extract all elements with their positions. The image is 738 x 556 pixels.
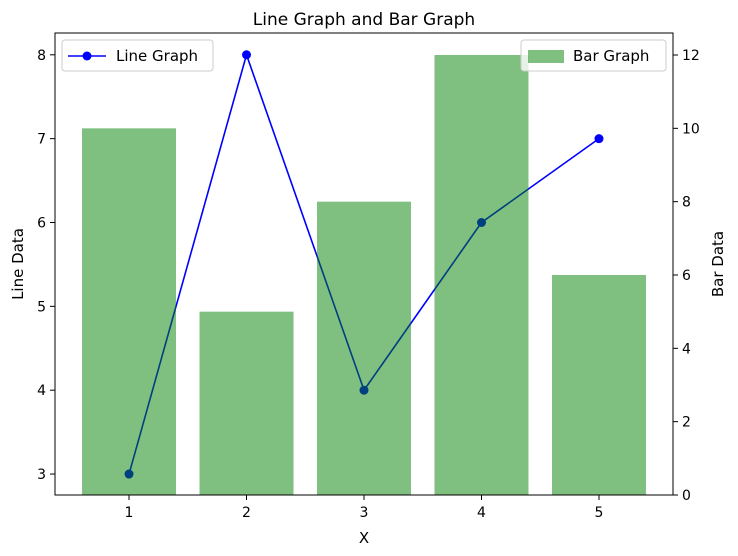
y-left-tick-label: 6 [37, 215, 46, 231]
y-right-tick-label: 0 [682, 488, 691, 504]
line-point [594, 134, 604, 144]
legend-line-label: Line Graph [116, 47, 198, 65]
plot-area: 1 2 3 4 5345678024681012Line Graph Bar Graph [37, 32, 700, 521]
bar [82, 128, 177, 496]
y-left-tick-label: 4 [37, 383, 46, 399]
y-axis-right-label: Bar Data [709, 231, 727, 297]
chart-title: Line Graph and Bar Graph [253, 10, 475, 30]
line-point [242, 50, 252, 60]
bar [434, 55, 529, 495]
bar [317, 201, 411, 495]
bar [551, 275, 646, 495]
chart: Line Graph and Bar Graph 1 2 3 4 53456780246… [9, 10, 727, 547]
x-tick-label: 1 [125, 505, 134, 521]
legend-bar-swatch [528, 50, 564, 63]
y-left-tick-label: 3 [37, 467, 46, 483]
x-tick-label: 4 [477, 505, 486, 521]
bar [199, 311, 294, 495]
y-left-tick-label: 7 [37, 132, 46, 148]
x-axis-label: X [359, 529, 369, 547]
y-right-tick-label: 2 [682, 415, 691, 431]
y-left-tick-label: 8 [37, 48, 46, 64]
y-axis-left-label: Line Data [9, 228, 27, 300]
x-tick-label: 5 [595, 505, 604, 521]
y-right-tick-label: 10 [682, 121, 700, 137]
y-right-tick-label: 6 [682, 268, 691, 284]
x-tick-label: 3 [360, 505, 369, 521]
legend-line-marker [82, 51, 92, 61]
y-right-tick-label: 8 [682, 195, 691, 211]
y-right-tick-label: 12 [682, 48, 700, 64]
y-right-tick-label: 4 [682, 341, 691, 357]
legend-bar-label: Bar Graph [573, 47, 649, 65]
y-left-tick-label: 5 [37, 299, 46, 315]
x-tick-label: 2 [242, 505, 251, 521]
